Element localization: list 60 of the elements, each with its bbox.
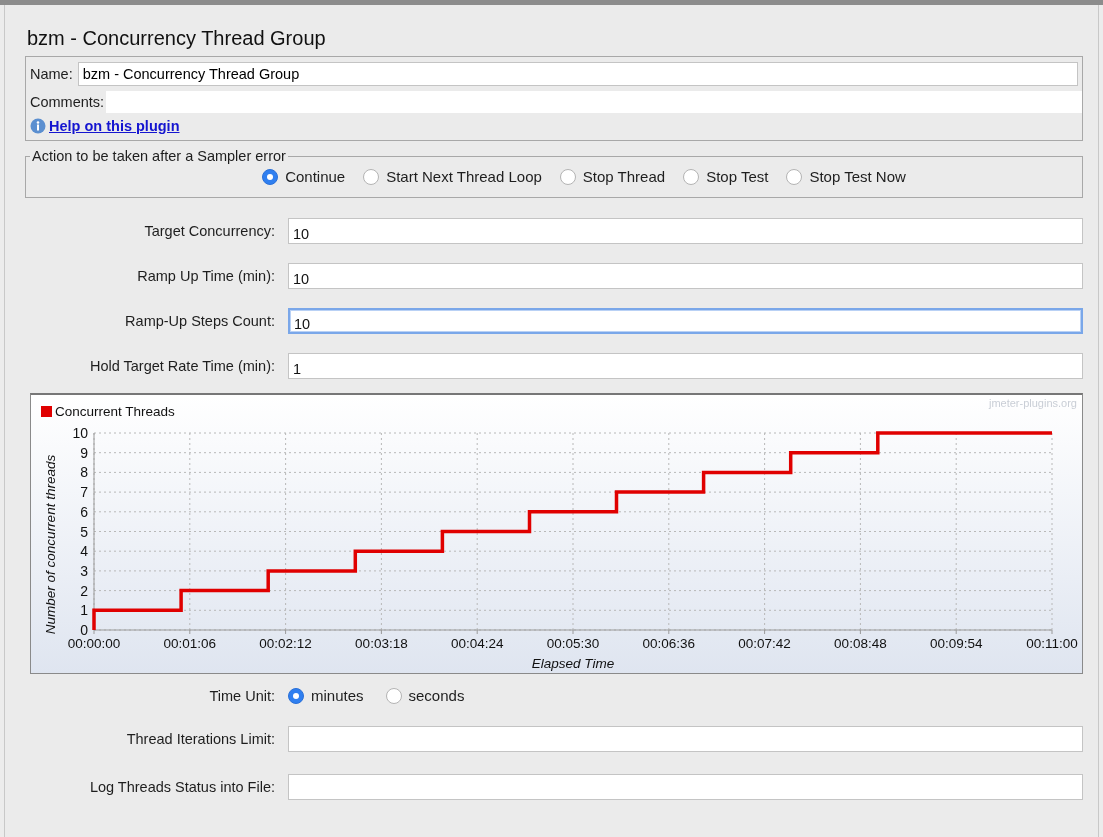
y-tick-label: 3 [80,562,88,579]
text-field[interactable] [288,774,1083,800]
y-tick-label: 4 [80,543,88,560]
y-tick-label: 5 [80,523,88,540]
x-tick-label: 00:06:36 [642,636,696,651]
y-tick-label: 6 [80,503,88,520]
x-tick-label: 00:00:00 [67,636,121,651]
text-field[interactable]: 10 [288,218,1083,244]
text-field[interactable] [288,726,1083,752]
radio-label[interactable]: Stop Thread [582,168,666,185]
radio-label[interactable]: seconds [408,687,465,704]
y-tick-label: 10 [72,425,88,441]
radio-button[interactable] [385,687,402,704]
radio-button[interactable] [559,168,576,185]
x-tick-label: 00:09:54 [929,636,983,651]
x-tick-label: 00:03:18 [355,636,408,651]
field-label: Name: [30,66,73,82]
radio-button[interactable] [786,168,803,185]
y-axis-title: Number of concurrent threads [43,454,58,635]
text-field[interactable]: 1 [288,353,1083,379]
y-tick-label: 1 [80,602,88,619]
field-label: Comments: [30,94,105,110]
radio-label[interactable]: Start Next Thread Loop [386,168,542,185]
radio-label[interactable]: Stop Test [706,168,769,185]
panel-title: bzm - Concurrency Thread Group [27,27,327,50]
field-label: Ramp-Up Steps Count: [124,313,275,329]
field-label: Target Concurrency: [143,223,275,239]
x-tick-label: 00:08:48 [834,636,887,651]
x-tick-label: 00:02:12 [259,636,312,651]
text-field[interactable]: 10 [288,263,1083,289]
comments-field[interactable] [106,91,1082,113]
x-tick-label: 00:04:24 [450,636,504,651]
radio-button[interactable] [288,687,304,704]
radio-button[interactable] [363,168,380,185]
y-tick-label: 0 [80,622,88,638]
info-icon [30,118,46,134]
y-tick-label: 9 [80,444,88,461]
radio-label[interactable]: Continue [285,168,346,185]
x-axis-title: Elapsed Time [531,656,615,671]
field-label: Time Unit: [208,687,275,704]
y-tick-label: 8 [80,464,88,481]
x-tick-label: 00:11:00 [1026,636,1078,651]
y-tick-label: 7 [80,484,88,501]
field-label: Hold Target Rate Time (min): [88,358,275,374]
field-label: Thread Iterations Limit: [125,731,275,747]
group-title: Action to be taken after a Sampler error [31,148,287,164]
y-tick-label: 2 [80,582,88,599]
name-field[interactable]: bzm - Concurrency Thread Group [77,62,1078,86]
field-label: Ramp Up Time (min): [136,268,275,284]
radio-label[interactable]: minutes [311,687,364,704]
x-tick-label: 00:05:30 [546,636,600,651]
x-tick-label: 00:07:42 [738,636,791,651]
radio-button[interactable] [683,168,700,185]
legend-label: Concurrent Threads [55,404,175,419]
text-field[interactable]: 10 [288,308,1083,334]
radio-label[interactable]: Stop Test Now [809,168,906,185]
radio-button[interactable] [262,168,279,185]
x-tick-label: 00:01:06 [163,636,217,651]
help-link[interactable]: Help on this plugin [49,118,180,134]
field-label: Log Threads Status into File: [88,779,275,795]
